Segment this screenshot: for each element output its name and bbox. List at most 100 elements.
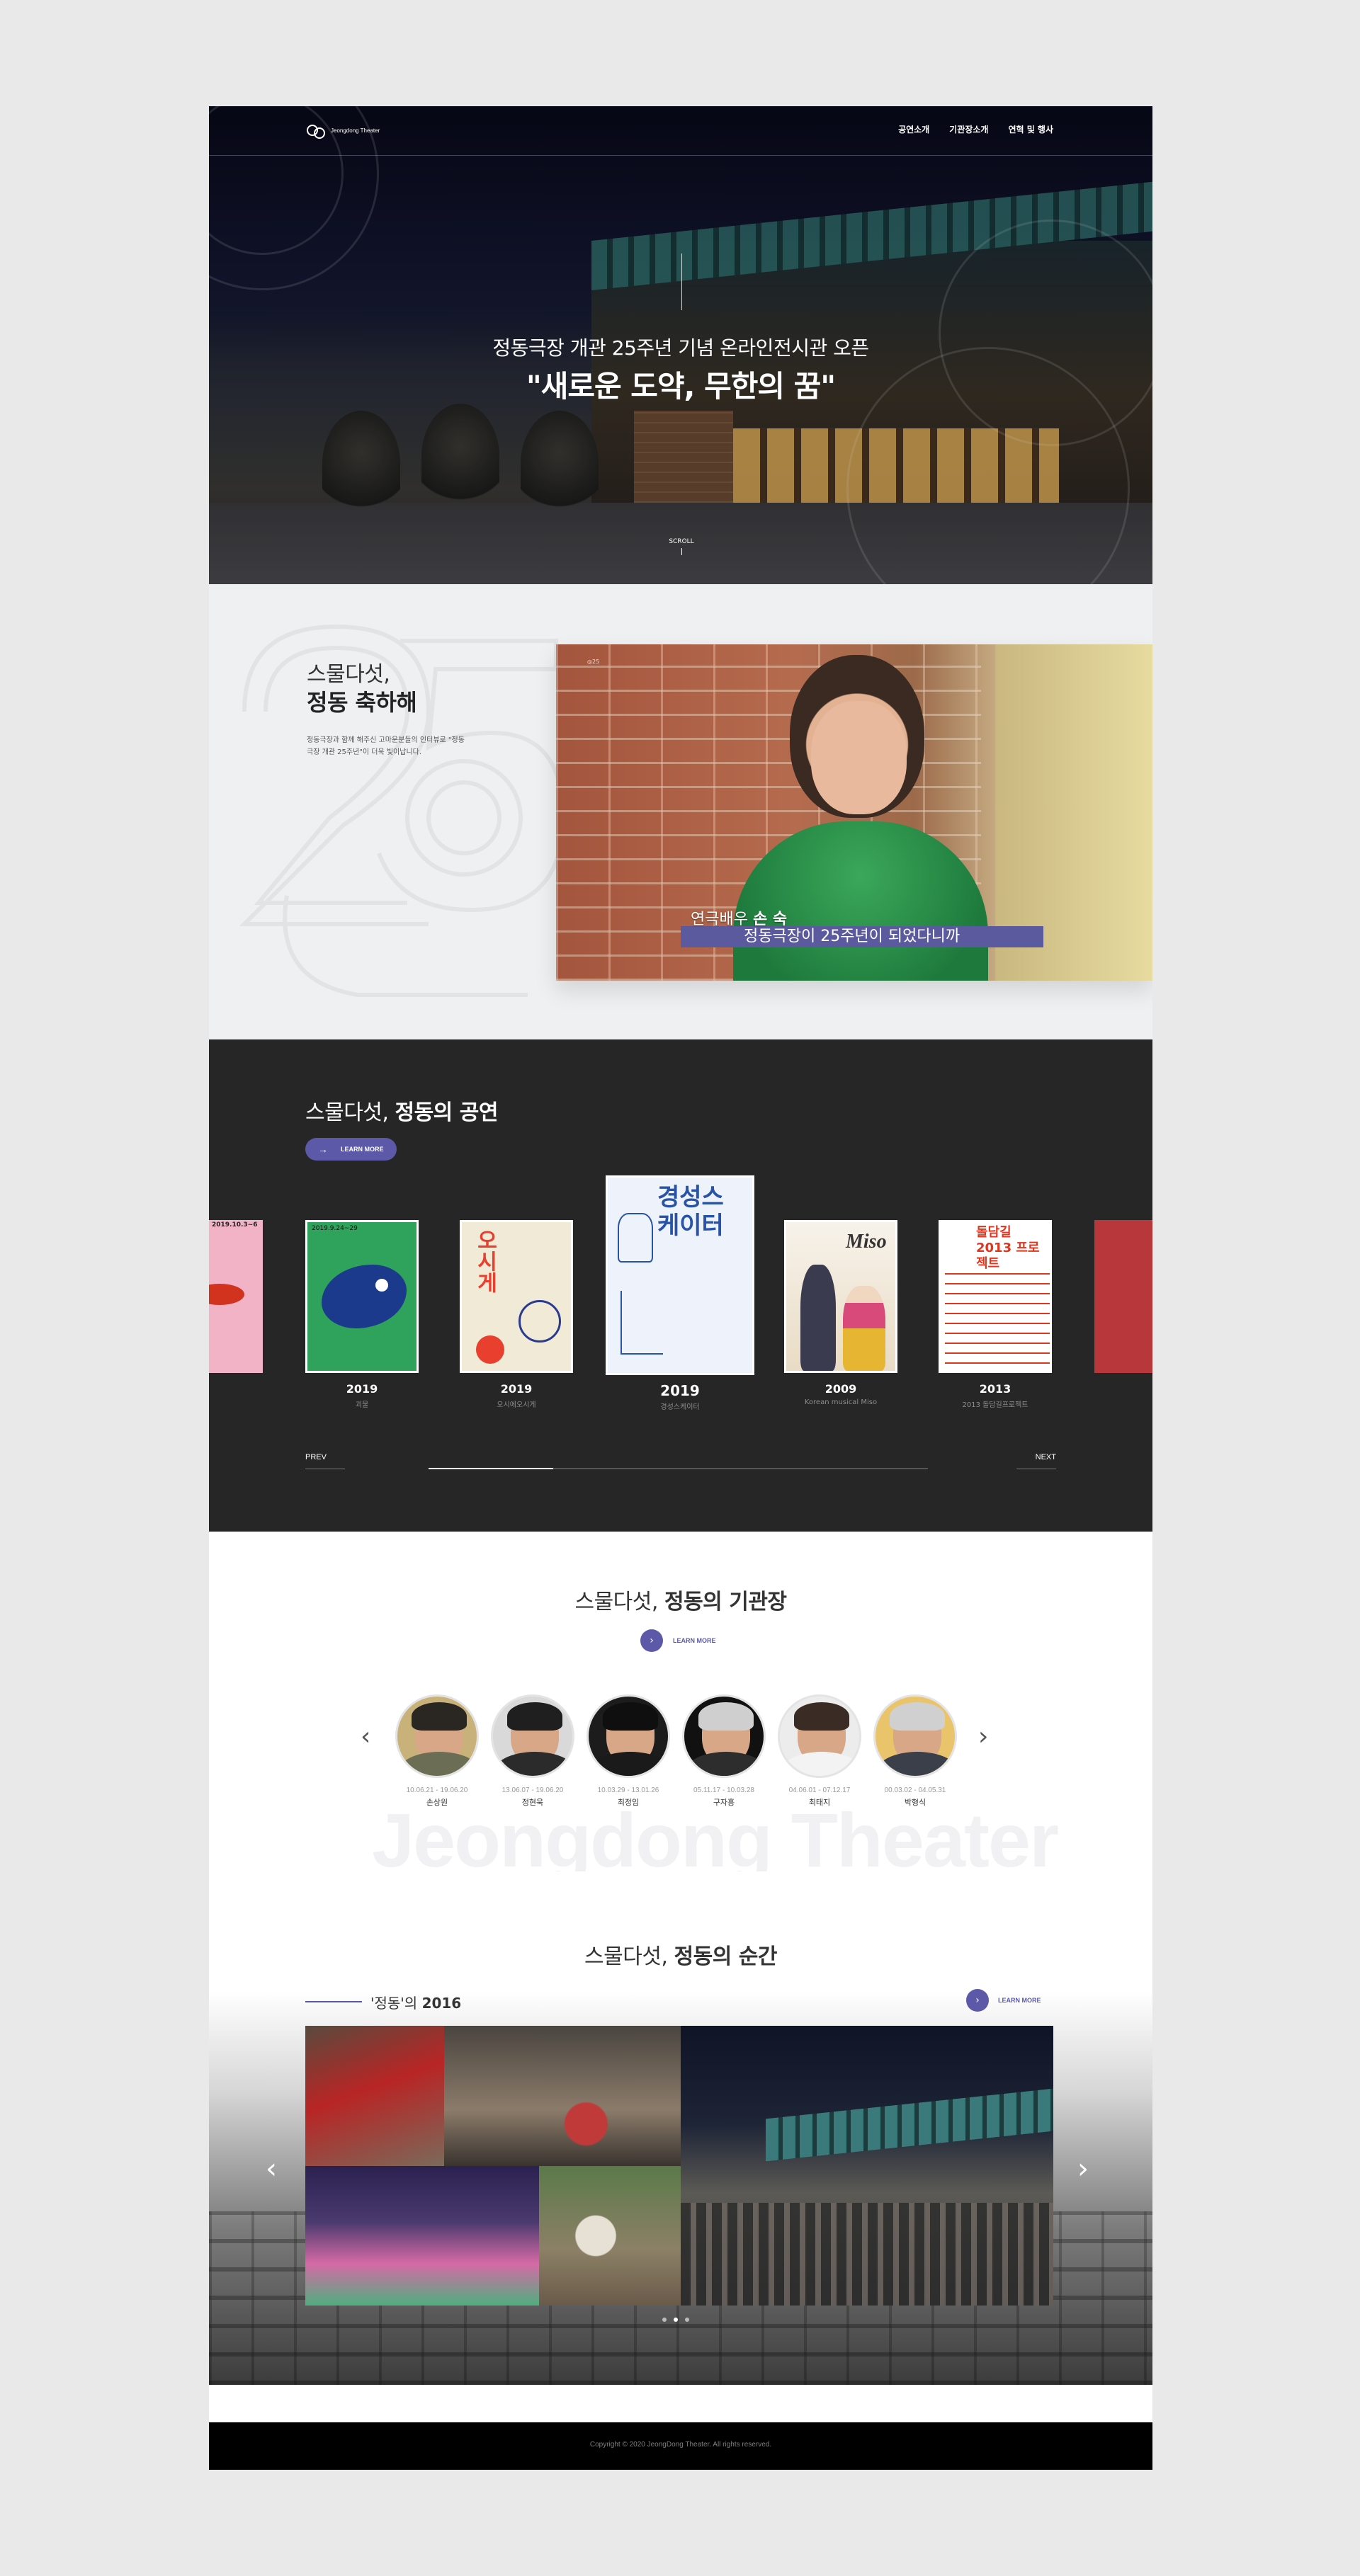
video-logo-icon: ◎25 <box>587 659 600 665</box>
poster-art <box>618 1213 653 1263</box>
poster-skater-featured[interactable]: 경성스케이터 <box>606 1175 754 1375</box>
director-term: 05.11.17 - 10.03.28 <box>693 1786 754 1794</box>
poster-caption: Korean musical Miso <box>804 1398 878 1406</box>
director-portrait <box>682 1694 766 1778</box>
celebrate-title-light: 스물다섯, <box>307 662 390 687</box>
page: Jeongdong Theater 공연소개 기관장소개 연혁 및 행사 정동극… <box>209 106 1152 2470</box>
poster-caption: 괴물 <box>355 1401 369 1409</box>
director-portrait <box>778 1694 861 1778</box>
poster-partial-left[interactable]: 2019.10.3~6 <box>209 1220 263 1373</box>
poster-doldamgil[interactable]: 돌담길 2013 프로젝트 <box>939 1220 1052 1373</box>
director-card[interactable]: 10.03.29 - 13.01.26 최정임 <box>586 1694 671 1808</box>
logo-text: Jeongdong Theater <box>331 127 380 134</box>
gallery-photo-dance[interactable] <box>305 2166 539 2306</box>
gallery-photo-crowd[interactable] <box>444 2026 681 2166</box>
portrait-hair <box>603 1702 658 1731</box>
director-name: 손상원 <box>426 1798 448 1807</box>
directors-learn-more-button[interactable]: › <box>640 1629 663 1652</box>
arrow-right-icon: → <box>318 1144 328 1155</box>
hero-title: "새로운 도약, 무한의 꿈" <box>526 369 836 404</box>
poster-art <box>322 1265 407 1328</box>
nav-directors[interactable]: 기관장소개 <box>949 123 988 135</box>
year-prefix: '정동'의 <box>370 1995 422 2012</box>
poster-osige[interactable]: 오시게 <box>460 1220 573 1373</box>
portrait-body <box>589 1752 668 1776</box>
poster-partial-right[interactable] <box>1094 1220 1152 1373</box>
pagination-dot[interactable] <box>662 2318 667 2322</box>
poster-art <box>800 1265 836 1371</box>
director-portrait <box>873 1694 957 1778</box>
portrait-hair <box>507 1702 562 1731</box>
poster-year: 2013 <box>979 1382 1012 1396</box>
year-label: '정동'의 2016 <box>370 1992 461 2012</box>
gallery-pagination <box>662 2318 689 2322</box>
director-card[interactable]: 10.06.21 - 19.06.20 손상원 <box>395 1694 480 1808</box>
performances-learn-more-button[interactable]: → LEARN MORE <box>305 1138 397 1161</box>
director-portrait <box>395 1694 479 1778</box>
caption-text: 정동극장이 25주년이 되었다니까 <box>744 928 960 945</box>
poster-title: 경성스케이터 <box>657 1183 724 1240</box>
moments-title: 스물다섯, 정동의 순간 <box>209 1939 1152 1970</box>
director-name: 최정임 <box>617 1798 640 1807</box>
scroll-indicator[interactable]: SCROLL <box>666 538 697 555</box>
poster-title: 오시게 <box>472 1229 497 1293</box>
director-term: 10.06.21 - 19.06.20 <box>406 1786 468 1794</box>
portrait-hair <box>890 1702 945 1731</box>
director-card[interactable]: 04.06.01 - 07.12.17 최태지 <box>777 1694 862 1808</box>
pagination-dot-active[interactable] <box>674 2318 678 2322</box>
directors-title-bold: 정동의 기관장 <box>664 1590 787 1614</box>
directors-title: 스물다섯, 정동의 기관장 <box>209 1584 1152 1615</box>
performances-prev-button[interactable]: PREV <box>305 1453 345 1469</box>
poster-art <box>209 1284 244 1305</box>
celebrate-title-bold: 정동 축하해 <box>307 689 417 716</box>
director-portrait <box>586 1694 670 1778</box>
performances-section: 스물다섯, 정동의 공연 → LEARN MORE 2019.10.3~6 20… <box>209 1039 1152 1532</box>
photo-people <box>681 2203 1053 2306</box>
nav-performances[interactable]: 공연소개 <box>898 123 929 135</box>
gallery-photo-mask[interactable] <box>539 2166 681 2306</box>
poster-year-featured: 2019 <box>660 1382 700 1399</box>
directors-title-light: 스물다섯, <box>574 1590 664 1614</box>
director-card[interactable]: 13.06.07 - 19.06.20 정현욱 <box>490 1694 575 1808</box>
moments-learn-more-label[interactable]: LEARN MORE <box>998 1997 1041 2004</box>
footer: Copyright © 2020 JeongDong Theater. All … <box>209 2422 1152 2470</box>
director-card[interactable]: 05.11.17 - 10.03.28 구자흥 <box>681 1694 766 1808</box>
portrait-body <box>876 1752 955 1776</box>
poster-art <box>476 1335 504 1364</box>
nav-history[interactable]: 연혁 및 행사 <box>1008 123 1053 135</box>
portrait-hair <box>794 1702 849 1731</box>
performances-title-bold: 정동의 공연 <box>395 1100 498 1125</box>
director-card[interactable]: 00.03.02 - 04.05.31 박형식 <box>873 1694 958 1808</box>
theater-logo[interactable]: Jeongdong Theater <box>305 115 380 147</box>
photo-roof <box>766 2088 1053 2162</box>
moments-learn-more-button[interactable]: › <box>966 1989 989 2012</box>
learn-more-label: LEARN MORE <box>341 1146 384 1153</box>
gallery-photo-santa[interactable] <box>305 2026 444 2166</box>
poster-art <box>375 1279 388 1292</box>
performances-title: 스물다섯, 정동의 공연 <box>305 1095 498 1126</box>
poster-date: 2019.9.24~29 <box>312 1225 358 1232</box>
directors-learn-more-label[interactable]: LEARN MORE <box>673 1637 716 1644</box>
director-term: 13.06.07 - 19.06.20 <box>502 1786 564 1794</box>
hero-section: Jeongdong Theater 공연소개 기관장소개 연혁 및 행사 정동극… <box>209 106 1152 584</box>
scroll-down-icon <box>681 548 682 555</box>
moments-section: 스물다섯, 정동의 순간 '정동'의 2016 › LEARN MORE ‹ › <box>209 1871 1152 2470</box>
interview-video[interactable]: ◎25 연극배우 손 숙 정동극장이 25주년이 되었다니까 <box>556 644 1152 981</box>
caption-role: 연극배우 <box>691 911 748 928</box>
portrait-hair <box>412 1702 467 1731</box>
poster-art <box>843 1286 885 1371</box>
gallery-prev-chevron-icon[interactable]: ‹ <box>266 2155 277 2183</box>
gallery-next-chevron-icon[interactable]: › <box>1077 2155 1089 2183</box>
pagination-dot[interactable] <box>685 2318 689 2322</box>
poster-miso[interactable]: Miso <box>784 1220 897 1373</box>
photo-gallery <box>305 2026 1053 2306</box>
directors-next-chevron-icon[interactable]: › <box>978 1724 988 1750</box>
scroll-label: SCROLL <box>669 538 694 545</box>
poster-monster[interactable]: 2019.9.24~29 <box>305 1220 419 1373</box>
poster-year: 2019 <box>500 1382 533 1396</box>
director-term: 04.06.01 - 07.12.17 <box>788 1786 851 1794</box>
gallery-photo-theater-night[interactable] <box>681 2026 1053 2306</box>
portrait-body <box>684 1752 764 1776</box>
directors-prev-chevron-icon[interactable]: ‹ <box>361 1724 370 1750</box>
performances-next-button[interactable]: NEXT <box>1016 1453 1056 1469</box>
